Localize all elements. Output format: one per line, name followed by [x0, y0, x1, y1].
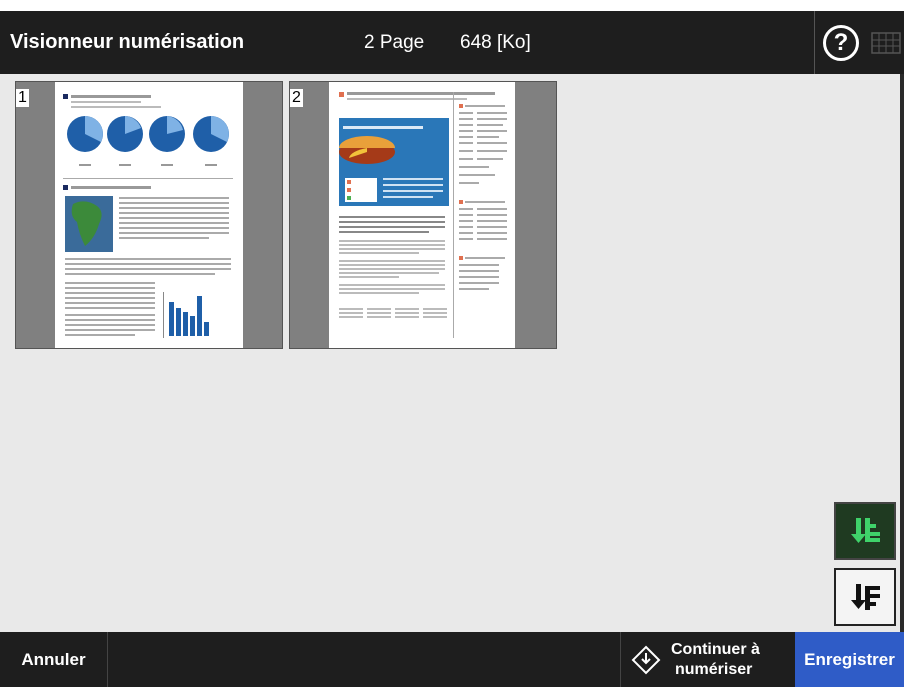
help-icon: ?	[823, 24, 859, 61]
scan-diamond-icon	[631, 645, 661, 674]
insert-page-icon	[851, 518, 880, 543]
footer-bar: Annuler Continuer à numériser Enregistre…	[0, 632, 904, 687]
app-title: Visionneur numérisation	[10, 31, 245, 53]
insert-page-button[interactable]	[834, 502, 896, 560]
page-thumbnail-1[interactable]: 1	[15, 81, 283, 349]
continue-label-line1: Continuer à	[671, 640, 760, 658]
page-2-content	[339, 92, 507, 338]
append-page-button[interactable]	[834, 568, 896, 626]
page-1-content	[63, 94, 233, 338]
page-thumbnail-2[interactable]: 2	[289, 81, 557, 349]
help-button[interactable]: ?	[814, 11, 867, 74]
page-number-2: 2	[290, 89, 303, 107]
keyboard-icon	[871, 31, 901, 54]
scrollbar[interactable]	[900, 74, 904, 632]
page-preview-1	[55, 82, 243, 348]
save-button[interactable]: Enregistrer	[795, 632, 904, 687]
page-preview-2	[329, 82, 515, 348]
cancel-button[interactable]: Annuler	[0, 632, 108, 687]
page-number-1: 1	[16, 89, 29, 107]
append-page-icon	[851, 584, 880, 610]
header-bar: Visionneur numérisation 2 Page 648 [Ko] …	[0, 11, 904, 74]
page-count: 2 Page	[364, 32, 425, 53]
continue-scan-button[interactable]: Continuer à numériser	[620, 632, 795, 687]
thumbnail-area[interactable]: 1 2	[0, 74, 904, 632]
file-size: 648 [Ko]	[460, 32, 531, 53]
continue-label-line2: numériser	[675, 660, 753, 678]
keyboard-button[interactable]	[868, 11, 904, 74]
